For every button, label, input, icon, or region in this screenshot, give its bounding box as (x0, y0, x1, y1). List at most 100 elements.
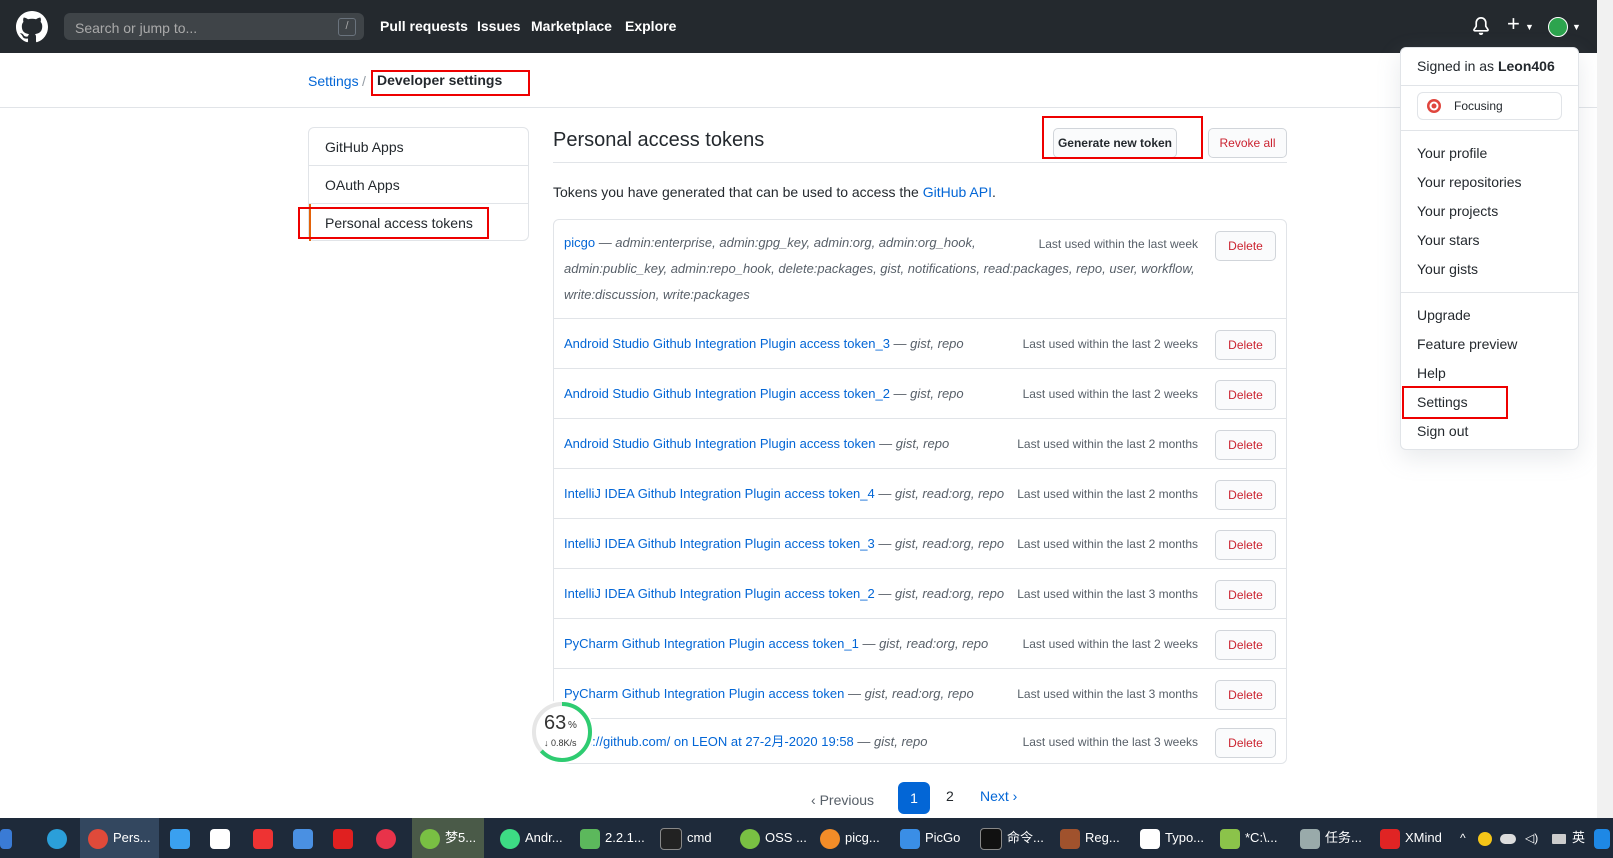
taskbar-chrome[interactable]: Pers... (80, 818, 159, 858)
taskbar-app[interactable]: 任务... (1300, 818, 1362, 858)
menu-help[interactable]: Help (1417, 365, 1446, 381)
menu-your-repositories[interactable]: Your repositories (1417, 174, 1522, 190)
pagination-previous: ‹ Previous (811, 792, 875, 808)
github-api-link[interactable]: GitHub API (923, 184, 992, 200)
github-logo-icon[interactable] (16, 11, 48, 43)
taskbar-app[interactable]: 2.2.1... (580, 818, 645, 858)
tokens-description: Tokens you have generated that can be us… (553, 184, 996, 200)
tray-cloud-icon[interactable] (1500, 818, 1521, 858)
taskbar-app[interactable]: XMind (1380, 818, 1442, 858)
menu-your-gists[interactable]: Your gists (1417, 261, 1478, 277)
app-icon[interactable] (253, 818, 278, 858)
set-status-button[interactable]: Focusing (1417, 92, 1562, 120)
taskbar-app[interactable]: picg... (820, 818, 880, 858)
nav-explore[interactable]: Explore (625, 18, 676, 34)
pagination-next[interactable]: Next › (980, 788, 1017, 804)
app-icon[interactable] (376, 818, 401, 858)
tray-network-icon[interactable] (1552, 818, 1571, 858)
token-scopes: — gist, read:org, repo (874, 486, 1005, 501)
token-name-link[interactable]: Android Studio Github Integration Plugin… (564, 386, 890, 401)
token-last-used: Last used within the last 2 months (1017, 537, 1198, 551)
nav-pull-requests[interactable]: Pull requests (380, 18, 468, 34)
tray-add-icon[interactable] (1478, 818, 1497, 858)
menu-your-profile[interactable]: Your profile (1417, 145, 1487, 161)
delete-token-button[interactable]: Delete (1215, 430, 1276, 460)
app-icon[interactable] (293, 818, 318, 858)
taskbar-label: picg... (845, 830, 880, 845)
delete-token-button[interactable]: Delete (1215, 680, 1276, 710)
delete-token-button[interactable]: Delete (1215, 330, 1276, 360)
menu-your-stars[interactable]: Your stars (1417, 232, 1480, 248)
taskbar-app[interactable]: 命令... (980, 818, 1044, 858)
taskbar-app[interactable]: Typo... (1140, 818, 1204, 858)
taskbar-app[interactable]: cmd (660, 818, 712, 858)
tray-app-icon[interactable] (1594, 818, 1613, 858)
app-icon[interactable] (333, 818, 358, 858)
token-scopes-line2: admin:public_key, admin:repo_hook, delet… (564, 261, 1195, 276)
tray-input-language[interactable]: 英 (1572, 818, 1585, 858)
app-icon[interactable] (210, 818, 235, 858)
taskbar-app[interactable]: Reg... (1060, 818, 1120, 858)
menu-feature-preview[interactable]: Feature preview (1417, 336, 1517, 352)
taskbar-label: PicGo (925, 830, 961, 845)
speed-meter-percent: 63 (544, 712, 567, 734)
delete-token-button[interactable]: Delete (1215, 231, 1276, 261)
token-name-link[interactable]: Android Studio Github Integration Plugin… (564, 336, 890, 351)
speed-meter-percent-sign: % (568, 720, 577, 731)
taskbar-app[interactable]: OSS ... (740, 818, 807, 858)
revoke-all-button[interactable]: Revoke all (1208, 128, 1287, 158)
delete-token-button[interactable]: Delete (1215, 728, 1276, 758)
taskbar-label: 任务... (1325, 830, 1362, 845)
pagination-previous-label: Previous (819, 792, 875, 808)
taskbar-app[interactable]: PicGo (900, 818, 960, 858)
create-new-plus-icon[interactable]: + (1507, 12, 1520, 36)
taskbar-app[interactable]: 梦5... (412, 818, 485, 858)
nav-marketplace[interactable]: Marketplace (531, 18, 612, 34)
token-name-link[interactable]: IntelliJ IDEA Github Integration Plugin … (564, 586, 875, 601)
menu-sign-out[interactable]: Sign out (1417, 423, 1468, 439)
pagination-page-1[interactable]: 1 (898, 782, 930, 814)
token-name-link[interactable]: Android Studio Github Integration Plugin… (564, 436, 875, 451)
sidebar-item-oauth-apps[interactable]: OAuth Apps (309, 166, 528, 204)
search-input[interactable] (64, 13, 337, 42)
token-name-link[interactable]: picgo (564, 235, 595, 250)
tray-volume-icon[interactable]: ◁) (1525, 818, 1538, 858)
token-name-link[interactable]: IntelliJ IDEA Github Integration Plugin … (564, 486, 875, 501)
settings-subhead (0, 53, 1613, 108)
delete-token-button[interactable]: Delete (1215, 630, 1276, 660)
create-caret-icon[interactable]: ▼ (1525, 22, 1534, 32)
page-scrollbar[interactable] (1597, 0, 1613, 818)
sidebar-item-github-apps[interactable]: GitHub Apps (309, 128, 528, 166)
token-last-used: Last used within the last 2 months (1017, 487, 1198, 501)
search-box[interactable]: / (64, 13, 364, 42)
tray-chevron-icon[interactable]: ^ (1460, 818, 1466, 858)
delete-token-button[interactable]: Delete (1215, 530, 1276, 560)
token-row: https://github.com/ on LEON at 27-2月-202… (554, 719, 1286, 763)
breadcrumb-settings-link[interactable]: Settings (308, 73, 359, 89)
app-icon[interactable] (170, 818, 195, 858)
token-name-link[interactable]: PyCharm Github Integration Plugin access… (564, 686, 844, 701)
token-last-used: Last used within the last 3 months (1017, 587, 1198, 601)
pagination-page-2[interactable]: 2 (946, 788, 954, 804)
token-name-link[interactable]: PyCharm Github Integration Plugin access… (564, 636, 859, 651)
taskbar-app[interactable]: *C:\... (1220, 818, 1278, 858)
delete-token-button[interactable]: Delete (1215, 480, 1276, 510)
dropdown-divider (1401, 292, 1578, 293)
user-avatar[interactable] (1548, 17, 1568, 37)
menu-upgrade[interactable]: Upgrade (1417, 307, 1471, 323)
menu-your-projects[interactable]: Your projects (1417, 203, 1498, 219)
windows-taskbar: Pers... 梦5... Andr... 2.2.1... cmd OSS .… (0, 818, 1613, 858)
notifications-bell-icon[interactable] (1472, 17, 1490, 35)
avatar-caret-icon[interactable]: ▼ (1572, 22, 1581, 32)
nav-issues[interactable]: Issues (477, 18, 521, 34)
network-speed-meter[interactable]: 63 % ↓ 0.8K/s (530, 700, 594, 764)
delete-token-button[interactable]: Delete (1215, 580, 1276, 610)
token-name-link[interactable]: IntelliJ IDEA Github Integration Plugin … (564, 536, 875, 551)
delete-token-button[interactable]: Delete (1215, 380, 1276, 410)
description-text: Tokens you have generated that can be us… (553, 184, 923, 200)
taskbar-app[interactable]: Andr... (500, 818, 563, 858)
token-name-link[interactable]: https://github.com/ on LEON at 27-2月-202… (564, 734, 854, 749)
global-header: / Pull requests Issues Marketplace Explo… (0, 0, 1613, 53)
start-icon[interactable] (0, 818, 17, 858)
edge-icon[interactable] (47, 818, 72, 858)
